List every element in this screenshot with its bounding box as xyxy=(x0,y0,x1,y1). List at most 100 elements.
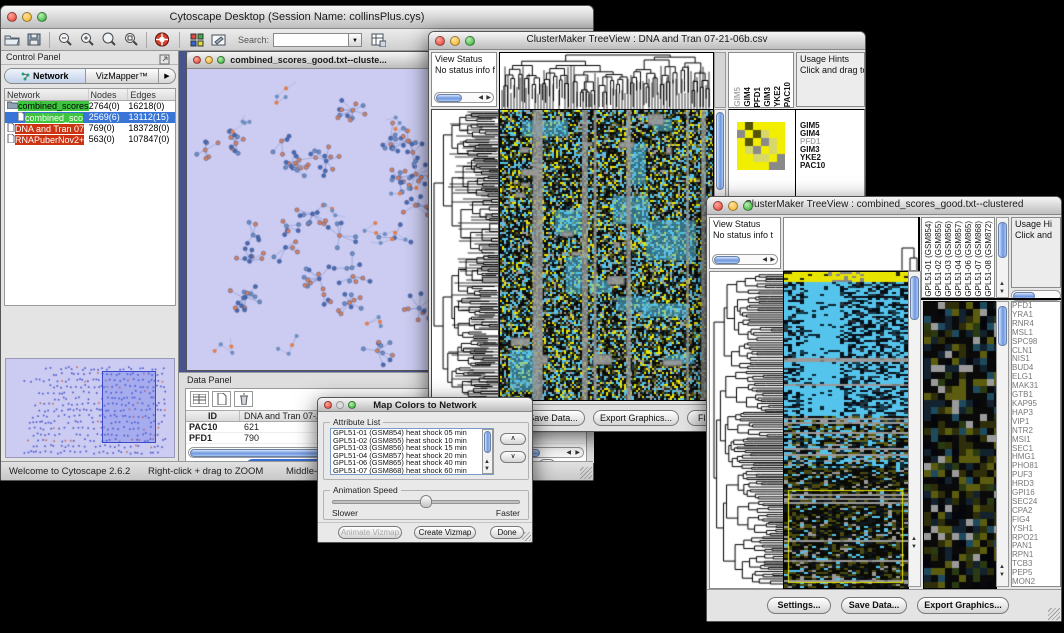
tv1-correlation-heatmap[interactable] xyxy=(737,122,785,170)
column-label[interactable]: GPL51-01 (GSM854) xyxy=(924,221,934,297)
scroll-right-icon[interactable]: ▶ xyxy=(486,94,491,102)
move-up-button[interactable]: ∧ xyxy=(500,433,526,445)
minimize-button[interactable] xyxy=(336,401,344,409)
zoom-button[interactable] xyxy=(348,401,356,409)
birdseye-viewport-rect[interactable] xyxy=(102,371,156,443)
attribute-item[interactable]: GPL51-07 (GSM868) heat shock 60 min xyxy=(331,467,493,475)
annotation-icon[interactable] xyxy=(208,31,230,49)
column-label[interactable]: PFD1 xyxy=(753,87,763,107)
resize-grip[interactable] xyxy=(522,532,531,541)
tv2-secondary-vscrollbar[interactable]: ▲▼ xyxy=(996,301,1009,587)
export-graphics-button[interactable]: Export Graphics... xyxy=(917,597,1009,614)
birdseye-view[interactable] xyxy=(5,358,175,458)
scroll-up-icon[interactable]: ▲ xyxy=(911,536,917,542)
scroll-down-icon[interactable]: ▼ xyxy=(999,289,1005,295)
search-input[interactable] xyxy=(273,33,349,47)
attribute-list-vscrollbar[interactable]: ▲▼ xyxy=(482,429,493,474)
scrollbar-thumb[interactable] xyxy=(998,306,1007,346)
column-label[interactable]: PAC10 xyxy=(783,82,793,107)
dialog-titlebar[interactable]: Map Colors to Network xyxy=(318,398,532,412)
column-label[interactable]: YKE2 xyxy=(773,86,783,107)
tv1-column-dendrogram[interactable] xyxy=(499,52,714,110)
scroll-up-icon[interactable]: ▲ xyxy=(999,281,1005,287)
tab-more-arrow[interactable]: ▶ xyxy=(159,69,175,83)
minimize-button[interactable] xyxy=(728,201,738,211)
scroll-down-icon[interactable]: ▼ xyxy=(999,572,1005,578)
tv2-secondary-heatmap[interactable] xyxy=(923,301,997,589)
column-label[interactable]: GIM3 xyxy=(763,87,773,107)
tv1-heatmap[interactable] xyxy=(499,109,714,401)
speed-slider-thumb[interactable] xyxy=(420,495,432,508)
scroll-left-icon[interactable]: ◀ xyxy=(478,94,483,102)
network-row[interactable]: DNA and Tran 07 769(0) 183728(0) xyxy=(5,123,175,134)
network-row[interactable]: RNAPuberNov2+ 563(0) 107847(0) xyxy=(5,134,175,145)
network-row[interactable]: combined_sco 2569(6) 13112(15) xyxy=(5,112,175,123)
column-label[interactable]: GPL51-03 (GSM856) xyxy=(944,221,954,297)
scroll-right-icon[interactable]: ▶ xyxy=(770,256,775,264)
treeview2-titlebar[interactable]: ClusterMaker TreeView : combined_scores_… xyxy=(707,197,1061,215)
close-button[interactable] xyxy=(7,12,17,22)
close-button[interactable] xyxy=(324,401,332,409)
zoom-button[interactable] xyxy=(217,56,225,64)
network-canvas[interactable] xyxy=(187,69,430,370)
tv2-status-hscrollbar[interactable]: ◀▶ xyxy=(712,254,778,265)
tab-vizmapper[interactable]: VizMapper™ xyxy=(86,69,159,83)
create-vizmap-button[interactable]: Create Vizmap xyxy=(414,526,476,539)
scroll-right-icon[interactable]: ▶ xyxy=(575,449,580,457)
main-titlebar[interactable]: Cytoscape Desktop (Session Name: collins… xyxy=(1,6,593,29)
tv2-vscrollbar[interactable]: ▲▼ xyxy=(908,271,921,587)
zoom-in-icon[interactable] xyxy=(76,31,98,49)
close-button[interactable] xyxy=(193,56,201,64)
animate-vizmap-button[interactable]: Animate Vizmap xyxy=(338,526,402,539)
save-data-button[interactable]: Save Data... xyxy=(841,597,907,614)
minimize-button[interactable] xyxy=(205,56,213,64)
zoom-button[interactable] xyxy=(743,201,753,211)
help-icon[interactable] xyxy=(151,31,173,49)
column-label[interactable]: GPL51-08 (GSM872) xyxy=(984,221,994,297)
network-table-header[interactable]: Network Nodes Edges xyxy=(5,89,175,101)
scrollbar-thumb[interactable] xyxy=(910,276,919,320)
close-button[interactable] xyxy=(435,36,445,46)
column-label[interactable]: GIM5 xyxy=(733,87,743,107)
zoom-fit-icon[interactable] xyxy=(120,31,142,49)
gene-label[interactable]: MON2 xyxy=(1012,578,1060,587)
network-view-titlebar[interactable]: combined_scores_good.txt--cluste... xyxy=(187,52,430,69)
zoom-out-icon[interactable] xyxy=(54,31,76,49)
search-dropdown-arrow[interactable]: ▼ xyxy=(349,33,362,47)
scroll-left-icon[interactable]: ◀ xyxy=(566,449,571,457)
scrollbar-thumb[interactable] xyxy=(714,256,740,264)
tab-network[interactable]: Network xyxy=(5,69,86,83)
minimize-button[interactable] xyxy=(450,36,460,46)
scrollbar-thumb[interactable] xyxy=(436,94,462,102)
zoom-button[interactable] xyxy=(465,36,475,46)
open-session-icon[interactable] xyxy=(1,31,23,49)
export-graphics-button[interactable]: Export Graphics... xyxy=(593,410,679,426)
tv2-labels-vscrollbar[interactable]: ▲▼ xyxy=(996,217,1009,298)
scrollbar-thumb[interactable] xyxy=(484,431,491,453)
gene-label[interactable]: PAC10 xyxy=(800,162,864,170)
scroll-up-icon[interactable]: ▲ xyxy=(484,459,490,465)
minimize-button[interactable] xyxy=(22,12,32,22)
close-button[interactable] xyxy=(713,201,723,211)
scroll-up-icon[interactable]: ▲ xyxy=(999,564,1005,570)
move-down-button[interactable]: ∨ xyxy=(500,451,526,463)
vizmap-nodes-icon[interactable] xyxy=(186,31,208,49)
import-table-icon[interactable] xyxy=(367,31,389,49)
tv2-column-dendrogram[interactable] xyxy=(783,217,919,271)
resize-grip[interactable] xyxy=(1048,608,1060,620)
scrollbar-thumb[interactable] xyxy=(716,112,724,190)
column-label[interactable]: GPL51-02 (GSM855) xyxy=(934,221,944,297)
scroll-down-icon[interactable]: ▼ xyxy=(911,544,917,550)
treeview1-titlebar[interactable]: ClusterMaker TreeView : DNA and Tran 07-… xyxy=(429,32,865,50)
tv1-status-hscrollbar[interactable]: ◀▶ xyxy=(434,92,494,103)
resize-grip[interactable] xyxy=(580,467,592,479)
scroll-left-icon[interactable]: ◀ xyxy=(762,256,767,264)
scrollbar-thumb[interactable] xyxy=(998,222,1007,258)
data-col-id[interactable]: ID xyxy=(186,411,240,421)
done-button[interactable]: Done xyxy=(490,526,524,539)
zoom-selected-icon[interactable] xyxy=(98,31,120,49)
network-row[interactable]: combined_scores 2764(0) 16218(0) xyxy=(5,101,175,112)
delete-attribute-icon[interactable] xyxy=(234,391,253,407)
column-label[interactable]: GPL51-04 (GSM857) xyxy=(954,221,964,297)
column-label[interactable]: GPL51-06 (GSM865) xyxy=(964,221,974,297)
